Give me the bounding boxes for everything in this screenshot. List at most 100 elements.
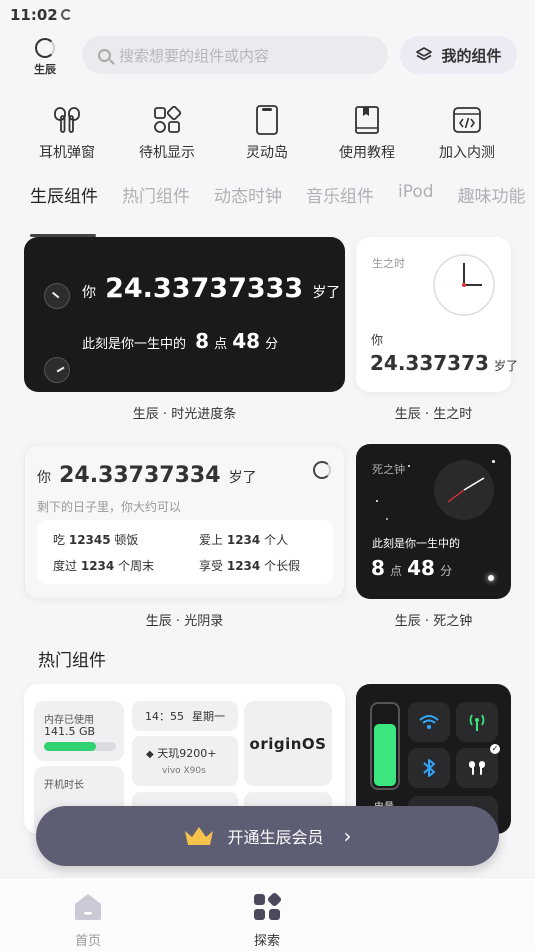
minute-value: 48: [407, 556, 435, 580]
nav-label: 首页: [74, 934, 101, 949]
stat-num: 1234: [80, 559, 115, 573]
shortcut-beta[interactable]: 加入内测: [417, 100, 517, 164]
brand-tile: originOS: [244, 701, 332, 786]
book-icon: [355, 106, 379, 134]
vip-membership-button[interactable]: 开通生辰会员 ›: [36, 806, 499, 866]
stat-unit: 个人: [264, 533, 289, 547]
age-prefix: 你: [82, 285, 96, 301]
nav-label: 探索: [253, 934, 280, 949]
age-value: 24.337373: [370, 351, 489, 375]
chip-icon: ◆: [146, 749, 154, 760]
age-suffix: 岁了: [312, 285, 341, 301]
age-suffix: 岁了: [228, 470, 257, 486]
stat-num: 1234: [226, 533, 261, 547]
search-placeholder: 搜索想要的组件或内容: [119, 46, 270, 65]
minute-unit: 分: [440, 564, 453, 578]
memory-label: 内存已使用: [44, 715, 94, 726]
wifi-toggle[interactable]: [408, 702, 450, 742]
shortcut-earbuds[interactable]: 耳机弹窗: [17, 100, 117, 164]
shortcut-island[interactable]: 灵动岛: [217, 100, 317, 164]
widget-title: 生之时: [372, 257, 405, 270]
search-icon: [98, 48, 111, 62]
battery-gauge: [370, 702, 400, 790]
bluetooth-toggle[interactable]: [408, 748, 450, 788]
glow-dot: [488, 575, 494, 581]
widget-caption: 生辰 · 光阴录: [145, 614, 224, 629]
hour-value: 8: [195, 329, 210, 353]
shortcut-label: 灵动岛: [246, 145, 288, 161]
logo-ring-icon: [35, 38, 55, 58]
tab-fun[interactable]: 趣味功能: [458, 182, 526, 222]
shortcut-label: 待机显示: [139, 145, 195, 161]
age-value: 24.33737334: [59, 463, 221, 488]
stat-verb: 爱上: [199, 533, 224, 547]
code-window-icon: [453, 107, 481, 133]
widget-light-record[interactable]: 你 24.33737334 岁了 剩下的日子里，你大约可以 吃 12345 顿饭…: [24, 444, 345, 599]
battery-fill: [374, 724, 396, 786]
tab-dynamic-clock[interactable]: 动态时钟: [214, 182, 282, 222]
moment-prefix: 此刻是你一生中的: [372, 537, 460, 550]
refresh-icon[interactable]: [313, 461, 331, 479]
moment-line: 此刻是你一生中的 8 点 48 分: [82, 329, 278, 353]
brand-logo: originOS: [249, 734, 327, 753]
bottom-nav: 首页 探索: [0, 877, 535, 951]
hour-value: 8: [371, 556, 385, 580]
tab-shengchen[interactable]: 生辰组件: [30, 182, 98, 237]
widget-caption: 生辰 · 时光进度条: [132, 407, 237, 422]
home-icon: [75, 894, 101, 920]
age-value: 24.33737333: [105, 273, 304, 304]
stat-item: 享受 1234 个长假: [199, 557, 300, 574]
app-logo[interactable]: 生辰: [28, 38, 62, 77]
hour-unit: 点: [390, 564, 403, 578]
memory-bar: [44, 742, 116, 751]
shortcut-standby[interactable]: 待机显示: [117, 100, 217, 164]
memory-value: 141.5 GB: [44, 725, 96, 738]
widget-birth-time[interactable]: 生之时 你 24.337373 岁了: [356, 237, 518, 392]
cellular-toggle[interactable]: [456, 702, 498, 742]
bluetooth-icon: [423, 759, 435, 777]
age-line: 你 24.33737333 岁了: [82, 273, 340, 304]
memory-bar-fill: [44, 742, 96, 751]
chip-tile: ◆ 天玑9200+ vivo X90s: [132, 736, 238, 786]
widget-caption: 生辰 · 生之时: [394, 407, 473, 422]
nav-home[interactable]: 首页: [58, 892, 118, 949]
time-value: 14：55: [145, 710, 184, 723]
widget-death-clock[interactable]: 死之钟 此刻是你一生中的 8 点 48 分: [356, 444, 511, 599]
stat-unit: 个周末: [118, 559, 155, 573]
age-prefix: 你: [371, 333, 384, 347]
vip-label: 开通生辰会员: [227, 828, 324, 847]
tab-hot[interactable]: 热门组件: [122, 182, 190, 222]
wifi-icon: [419, 715, 439, 729]
analog-clock-icon: [433, 254, 495, 316]
minute-value: 48: [232, 329, 261, 353]
minute-unit: 分: [265, 337, 279, 352]
explore-grid-icon: [254, 892, 282, 920]
stat-verb: 吃: [53, 533, 66, 547]
chip-name: 天玑9200+: [157, 747, 217, 760]
check-badge-icon: ✓: [490, 744, 500, 754]
stat-unit: 顿饭: [114, 533, 139, 547]
shortcut-tutorial[interactable]: 使用教程: [317, 100, 417, 164]
uptime-label: 开机时长: [44, 780, 84, 791]
search-input[interactable]: 搜索想要的组件或内容: [82, 36, 388, 74]
star-dot: [386, 518, 388, 520]
stat-verb: 度过: [53, 559, 78, 573]
layers-icon: [416, 47, 433, 61]
earbuds-toggle[interactable]: ✓: [456, 744, 500, 788]
stat-item: 吃 12345 顿饭: [53, 531, 138, 548]
moment-line: 8 点 48 分: [371, 556, 452, 580]
nav-explore[interactable]: 探索: [237, 892, 297, 949]
tab-label: 生辰组件: [30, 187, 98, 207]
tab-music[interactable]: 音乐组件: [306, 182, 374, 222]
age-suffix: 岁了: [494, 359, 519, 373]
widget-progress[interactable]: 你 24.33737333 岁了 此刻是你一生中的 8 点 48 分: [24, 237, 345, 392]
clock-icon: [44, 357, 70, 383]
tab-ipod[interactable]: iPod: [398, 182, 434, 222]
category-tabs: 生辰组件 热门组件 动态时钟 音乐组件 iPod 趣味功能: [30, 182, 526, 237]
chevron-right-icon: ›: [343, 824, 352, 848]
star-dot: [492, 460, 495, 463]
stat-num: 1234: [226, 559, 261, 573]
my-widgets-button[interactable]: 我的组件: [400, 36, 517, 74]
status-time: 11:02: [10, 6, 58, 24]
memory-tile: 内存已使用 141.5 GB: [34, 701, 124, 761]
